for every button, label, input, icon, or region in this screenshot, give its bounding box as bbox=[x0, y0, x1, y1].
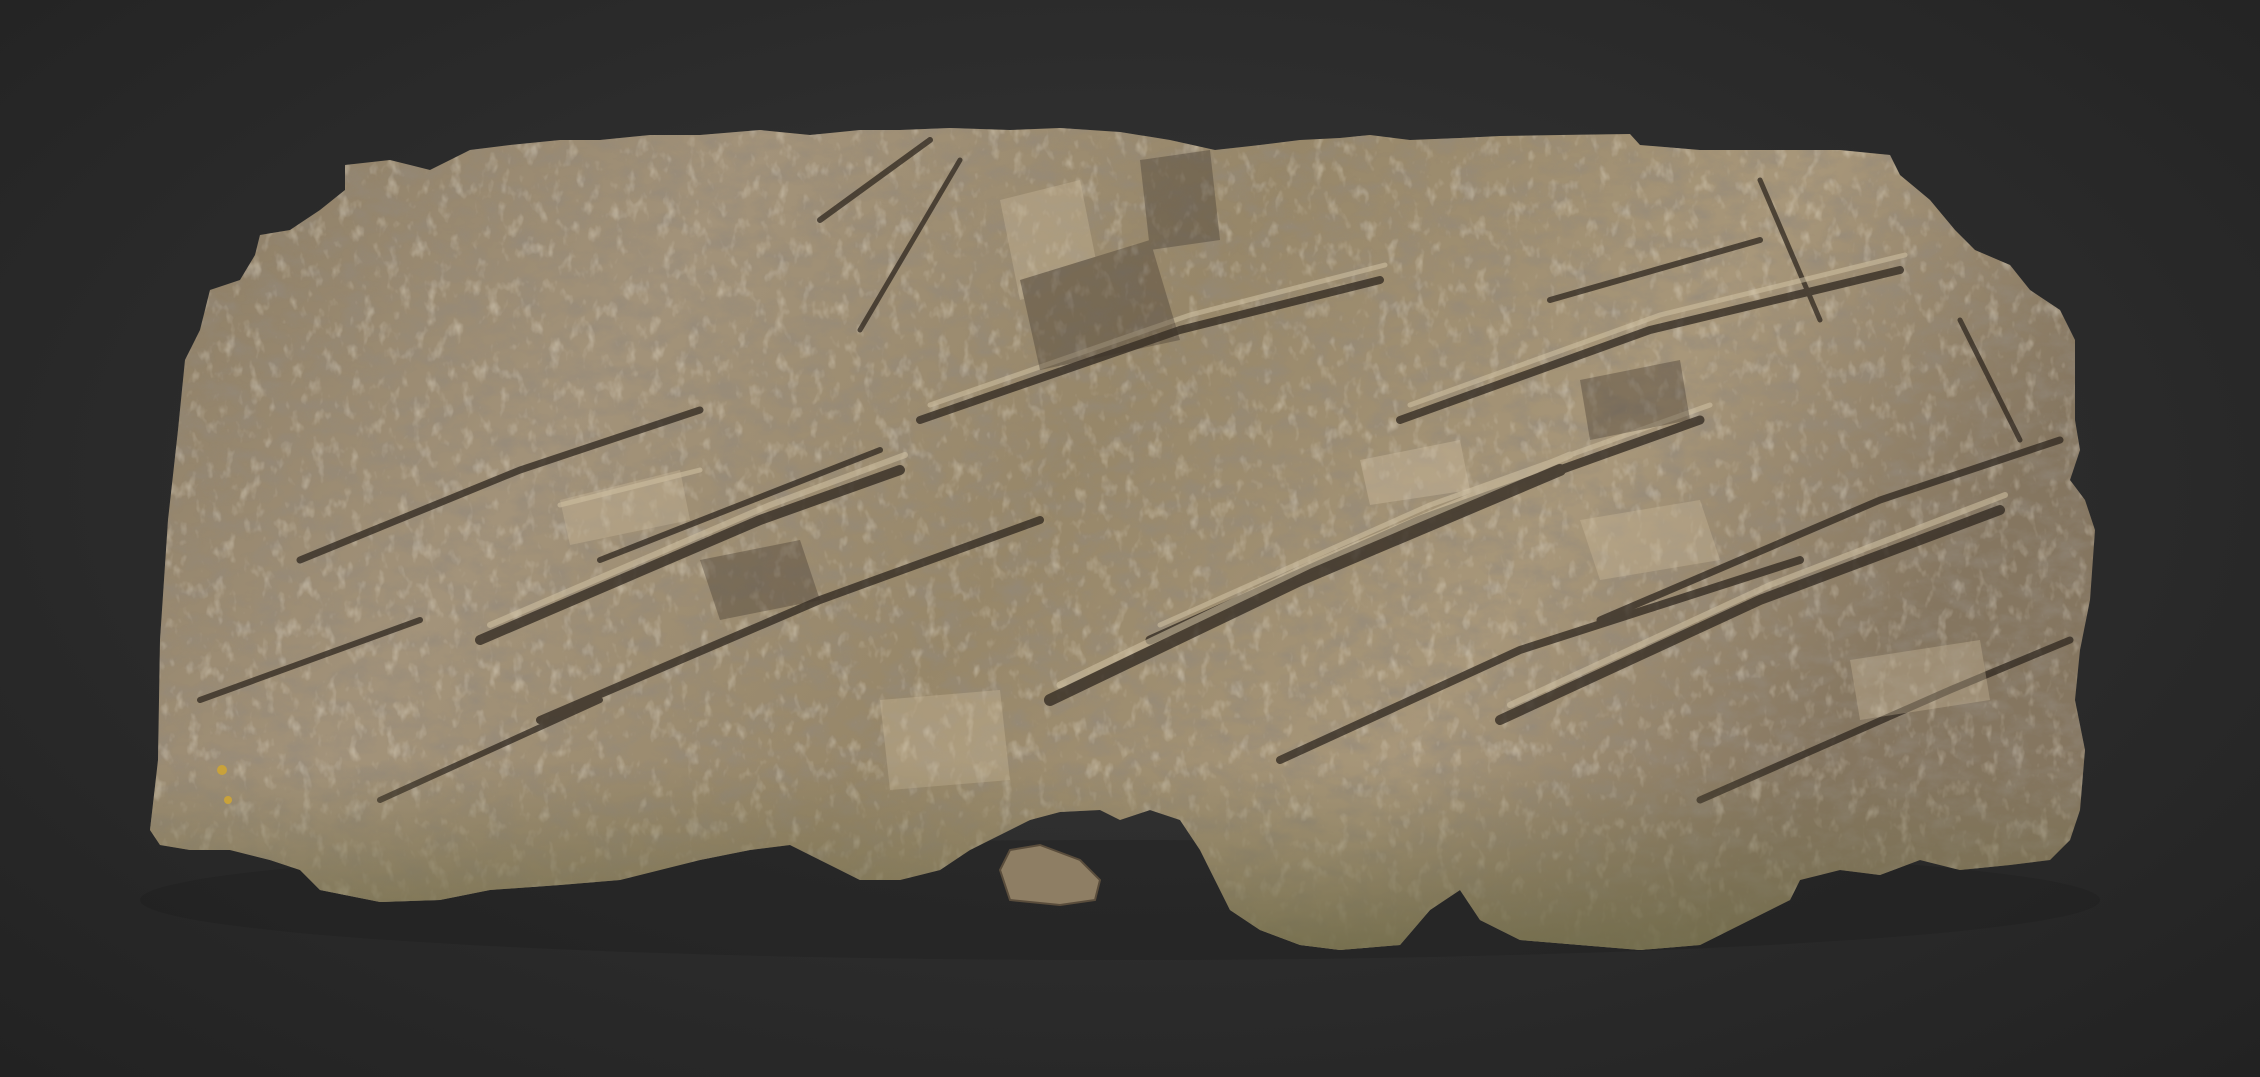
lichen-spot bbox=[224, 796, 232, 804]
3d-viewport[interactable] bbox=[0, 0, 2260, 1077]
rock-body bbox=[150, 128, 2095, 950]
rock-cliff-model bbox=[140, 128, 2100, 960]
lichen-spot bbox=[217, 765, 227, 775]
